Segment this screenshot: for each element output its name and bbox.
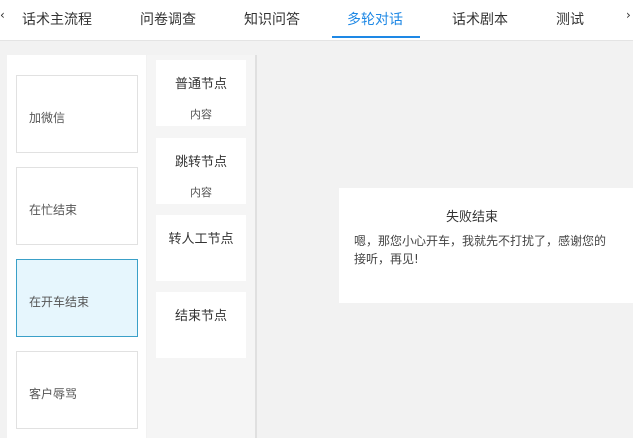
palette-transfer-human-node[interactable]: 转人工节点	[156, 215, 246, 281]
canvas-end-node[interactable]: 失败结束 嗯，那您小心开车，我就先不打扰了，感谢您的接听，再见!	[339, 188, 633, 303]
tab-main-flow[interactable]: 话术主流程	[22, 12, 92, 28]
node-title: 跳转节点	[174, 155, 227, 170]
node-title: 结束节点	[174, 309, 227, 324]
node-subtitle: 内容	[190, 186, 212, 199]
node-palette: 普通节点 内容 跳转节点 内容 转人工节点 结束节点	[147, 55, 257, 438]
scroll-right-indicator[interactable]: ›	[626, 8, 631, 22]
scene-card-add-wechat[interactable]: 加微信	[16, 75, 138, 153]
tab-knowledge-qa[interactable]: 知识问答	[244, 12, 300, 28]
node-subtitle: 内容	[190, 108, 212, 121]
tab-questionnaire[interactable]: 问卷调查	[140, 12, 196, 28]
tab-script[interactable]: 话术剧本	[452, 12, 508, 28]
active-tab-indicator	[332, 36, 420, 38]
scene-label: 客户辱骂	[29, 387, 78, 401]
end-node-title: 失败结束	[445, 210, 498, 225]
end-node-text: 嗯，那您小心开车，我就先不打扰了，感谢您的接听，再见!	[354, 234, 607, 266]
palette-normal-node[interactable]: 普通节点 内容	[156, 60, 246, 126]
tab-bar: ‹ 话术主流程 问卷调查 知识问答 多轮对话 话术剧本 测试 ›	[0, 0, 633, 41]
tab-test[interactable]: 测试	[556, 12, 584, 28]
node-title: 转人工节点	[168, 232, 234, 247]
scene-card-customer-abuse[interactable]: 客户辱骂	[16, 351, 138, 429]
scene-label: 加微信	[29, 111, 66, 125]
scene-label: 在忙结束	[29, 203, 78, 217]
tab-multi-turn-dialog[interactable]: 多轮对话	[347, 12, 403, 28]
workspace: 加微信 在忙结束 在开车结束 客户辱骂 普通节点 内容 跳转节点 内容 转人工节…	[0, 41, 633, 438]
palette-jump-node[interactable]: 跳转节点 内容	[156, 138, 246, 204]
node-title: 普通节点	[174, 77, 227, 92]
palette-end-node[interactable]: 结束节点	[156, 292, 246, 358]
scene-label: 在开车结束	[29, 295, 90, 309]
scene-card-busy-end[interactable]: 在忙结束	[16, 167, 138, 245]
scene-card-driving-end[interactable]: 在开车结束	[16, 259, 138, 337]
flow-canvas[interactable]: 失败结束 嗯，那您小心开车，我就先不打扰了，感谢您的接听，再见!	[258, 55, 633, 438]
scene-list: 加微信 在忙结束 在开车结束 客户辱骂	[7, 55, 146, 438]
scroll-left-indicator[interactable]: ‹	[0, 8, 5, 22]
